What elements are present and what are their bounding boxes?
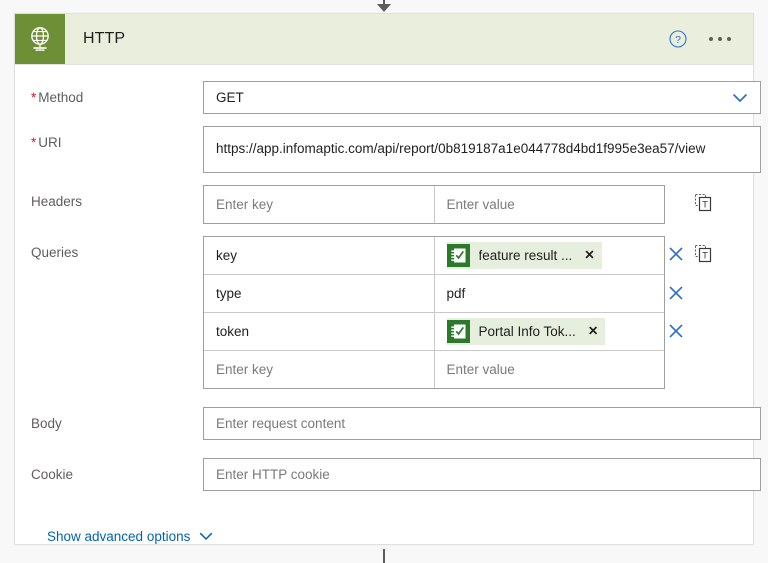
dynamic-content-token[interactable]: Portal Info Tok... ✕: [446, 318, 606, 345]
delete-query-row-x-icon[interactable]: [668, 323, 684, 339]
headers-field-wrap: Enter key Enter value T: [203, 185, 731, 224]
field-row-headers: Headers Enter key Enter value T: [31, 185, 731, 224]
queries-table: key feature result ... ✕ type pdf token …: [203, 236, 665, 389]
query-key-input[interactable]: key: [204, 237, 435, 274]
queries-label: Queries: [31, 245, 79, 260]
cookie-field-wrap: Enter HTTP cookie: [203, 458, 761, 491]
dynamic-content-checklist-icon: [446, 244, 470, 267]
table-row: type pdf: [204, 274, 664, 312]
query-value-input[interactable]: feature result ... ✕: [435, 237, 665, 274]
query-key-input[interactable]: type: [204, 275, 435, 312]
uri-input[interactable]: https://app.infomaptic.com/api/report/0b…: [203, 126, 761, 173]
uri-label-text: URI: [38, 135, 62, 150]
ellipsis-icon[interactable]: [709, 37, 731, 41]
show-advanced-options-link[interactable]: Show advanced options: [47, 529, 213, 544]
help-circle-icon[interactable]: ?: [669, 30, 687, 48]
cookie-label: Cookie: [31, 467, 74, 482]
delete-query-row-x-icon[interactable]: [668, 285, 684, 301]
query-value-input[interactable]: Portal Info Tok... ✕: [435, 313, 665, 350]
field-row-queries: Queries key feature result ... ✕ type pd…: [31, 236, 731, 389]
uri-value: https://app.infomaptic.com/api/report/0b…: [216, 141, 706, 156]
query-value-input[interactable]: Enter value: [435, 351, 665, 388]
headers-label: Headers: [31, 194, 83, 209]
remove-token-x-icon[interactable]: ✕: [584, 249, 594, 262]
body-input[interactable]: Enter request content: [203, 407, 761, 440]
dynamic-content-checklist-icon: [446, 320, 470, 343]
method-label: * Method: [31, 81, 203, 107]
queries-field-wrap: key feature result ... ✕ type pdf token …: [203, 236, 731, 389]
token-label: Portal Info Tok...: [478, 324, 576, 339]
required-asterisk: *: [31, 90, 37, 105]
chevron-down-icon: [200, 532, 213, 541]
uri-label: * URI: [31, 126, 203, 152]
card-title: HTTP: [83, 30, 126, 47]
headers-value-input[interactable]: Enter value: [435, 186, 665, 223]
connector-line-bottom: [383, 549, 385, 563]
card-header[interactable]: HTTP ?: [15, 14, 753, 65]
chevron-down-icon: [732, 93, 748, 102]
body-field-wrap: Enter request content: [203, 407, 761, 440]
cookie-input[interactable]: Enter HTTP cookie: [203, 458, 761, 491]
field-row-method: * Method GET: [31, 81, 761, 114]
query-key-input[interactable]: Enter key: [204, 351, 435, 388]
connector-arrow-top: [377, 0, 391, 12]
delete-query-row-x-icon[interactable]: [668, 246, 684, 262]
method-field-wrap: GET: [203, 81, 761, 114]
switch-to-text-mode-icon[interactable]: T: [695, 245, 712, 263]
field-row-uri: * URI https://app.infomaptic.com/api/repo…: [31, 126, 761, 173]
query-key-input[interactable]: token: [204, 313, 435, 350]
table-row: token Portal Info Tok... ✕: [204, 312, 664, 350]
method-selected-value: GET: [216, 90, 244, 105]
body-label: Body: [31, 416, 62, 431]
table-row: key feature result ... ✕: [204, 237, 664, 274]
table-row: Enter key Enter value: [204, 186, 664, 223]
headers-table: Enter key Enter value: [203, 185, 665, 224]
table-row: Enter key Enter value: [204, 350, 664, 388]
token-label: feature result ...: [478, 248, 573, 263]
uri-field-wrap: https://app.infomaptic.com/api/report/0b…: [203, 126, 761, 173]
svg-text:?: ?: [675, 34, 681, 46]
remove-token-x-icon[interactable]: ✕: [588, 325, 598, 338]
svg-text:T: T: [702, 251, 708, 262]
method-select[interactable]: GET: [203, 81, 761, 114]
required-asterisk: *: [31, 135, 37, 150]
headers-key-input[interactable]: Enter key: [204, 186, 435, 223]
http-action-card: HTTP ? * Method GET * URI https://app.in…: [14, 13, 761, 546]
svg-text:T: T: [702, 200, 708, 211]
header-actions: ?: [669, 30, 753, 48]
globe-icon: [15, 14, 65, 64]
field-row-body: Body Enter request content: [31, 407, 761, 440]
flow-designer-canvas: HTTP ? * Method GET * URI https://app.in…: [0, 0, 768, 563]
query-value-input[interactable]: pdf: [435, 275, 665, 312]
dynamic-content-token[interactable]: feature result ... ✕: [446, 242, 602, 269]
method-label-text: Method: [38, 90, 84, 105]
field-row-cookie: Cookie Enter HTTP cookie: [31, 458, 761, 491]
show-advanced-options-label: Show advanced options: [47, 529, 191, 544]
switch-to-text-mode-icon[interactable]: T: [695, 194, 712, 212]
card-body: * Method GET * URI https://app.infomapti…: [15, 65, 761, 546]
